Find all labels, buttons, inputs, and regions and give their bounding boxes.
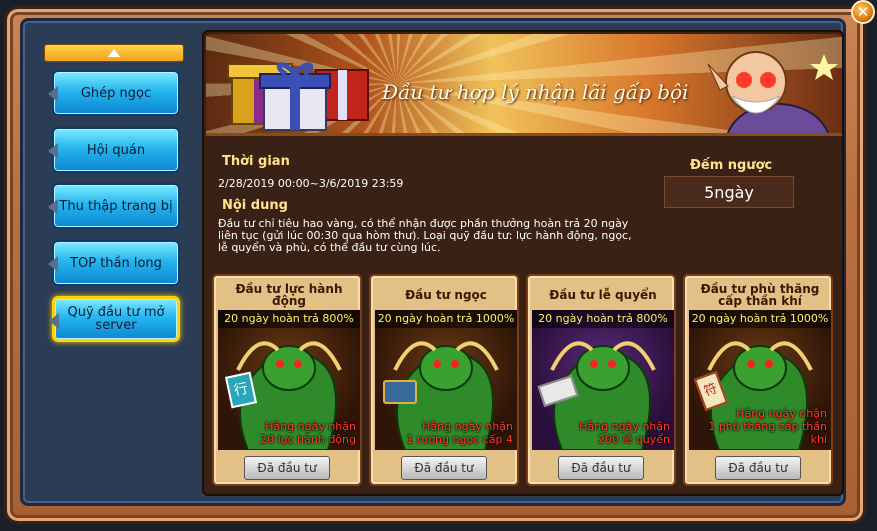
close-button[interactable]: ✕ xyxy=(851,0,875,24)
card-image: 20 ngày hoàn trả 800% Hằng ngày nhận 200… xyxy=(532,310,674,450)
old-master-character-icon xyxy=(707,51,838,133)
card-reward-line1: Hằng ngày nhận xyxy=(579,420,670,433)
card-reward: Hằng ngày nhận 1 phù thăng cấp thần khí xyxy=(689,407,827,446)
sidebar-item-quy-dau-tu[interactable]: Quỹ đầu tư mở server xyxy=(49,296,180,342)
invested-button[interactable]: Đã đầu tư xyxy=(715,456,801,480)
invest-card-action: Đầu tư lực hành động 行 20 ngày hoàn trả … xyxy=(212,274,362,486)
card-image: 符 20 ngày hoàn trả 1000% Hằng ngày nhận … xyxy=(689,310,831,450)
sidebar-item-ghep-ngoc[interactable]: Ghép ngọc xyxy=(48,70,180,116)
card-title: Đầu tư phù thăng cấp thần khí xyxy=(700,282,820,308)
card-rate: 20 ngày hoàn trả 1000% xyxy=(375,310,517,328)
time-value: 2/28/2019 00:00~3/6/2019 23:59 xyxy=(218,177,404,190)
invest-card-gem: Đầu tư ngọc 20 ngày hoàn trả 1000% Hằng … xyxy=(369,274,519,486)
main-panel: Đầu tư hợp lý nhận lãi gấp bội Thời gian… xyxy=(202,30,844,496)
sidebar-item-label: Quỹ đầu tư mở server xyxy=(67,305,165,333)
card-reward-line1: Hằng ngày nhận xyxy=(422,420,513,433)
banner-title: Đầu tư hợp lý nhận lãi gấp bội xyxy=(382,80,689,104)
card-rate: 20 ngày hoàn trả 800% xyxy=(532,310,674,328)
content-label: Nội dung xyxy=(222,198,288,213)
arrow-up-icon xyxy=(108,49,120,57)
sidebar-item-label: Ghép ngọc xyxy=(80,85,152,101)
card-image: 20 ngày hoàn trả 1000% Hằng ngày nhận 1 … xyxy=(375,310,517,450)
card-rate: 20 ngày hoàn trả 1000% xyxy=(689,310,831,328)
sidebar-scroll-up-button[interactable] xyxy=(44,44,184,62)
invested-button[interactable]: Đã đầu tư xyxy=(401,456,487,480)
close-icon: ✕ xyxy=(856,3,870,21)
card-reward-line2: 1 rương ngọc cấp 4 xyxy=(406,433,513,446)
invested-button[interactable]: Đã đầu tư xyxy=(244,456,330,480)
sidebar-item-hoi-quan[interactable]: Hội quán xyxy=(48,127,180,173)
invest-card-voucher: Đầu tư lễ quyển 20 ngày hoàn trả 800% Hằ… xyxy=(526,274,676,486)
card-rate: 20 ngày hoàn trả 800% xyxy=(218,310,360,328)
sidebar-item-label: TOP thần long xyxy=(70,255,162,271)
sidebar-item-top-than-long[interactable]: TOP thần long xyxy=(48,240,180,286)
card-reward-line1: Hằng ngày nhận xyxy=(265,420,356,433)
card-title: Đầu tư lễ quyển xyxy=(549,288,657,302)
invest-card-talisman: Đầu tư phù thăng cấp thần khí 符 20 ngày … xyxy=(683,274,833,486)
gem-chest-icon xyxy=(383,380,417,404)
sidebar: Ghép ngọc Hội quán Thu thập trang bị TOP… xyxy=(44,44,186,342)
sidebar-item-label: Hội quán xyxy=(86,142,146,158)
content-text: Đầu tư chỉ tiêu hao vàng, có thể nhận đư… xyxy=(218,217,632,254)
card-reward-line2: 200 lễ quyển xyxy=(597,433,670,446)
gift-boxes-icon xyxy=(227,62,369,131)
card-image: 行 20 ngày hoàn trả 800% Hằng ngày nhận 2… xyxy=(218,310,360,450)
card-reward: Hằng ngày nhận 200 lễ quyển xyxy=(579,420,670,446)
event-banner: Đầu tư hợp lý nhận lãi gấp bội xyxy=(206,34,842,136)
card-reward-line2: 20 lực hành động xyxy=(260,433,356,446)
card-title: Đầu tư ngọc xyxy=(405,288,487,302)
event-info: Thời gian 2/28/2019 00:00~3/6/2019 23:59… xyxy=(212,142,814,266)
card-title: Đầu tư lực hành động xyxy=(235,282,343,308)
countdown-value: 5ngày xyxy=(664,176,794,208)
card-reward: Hằng ngày nhận 1 rương ngọc cấp 4 xyxy=(406,420,513,446)
invested-button[interactable]: Đã đầu tư xyxy=(558,456,644,480)
card-reward: Hằng ngày nhận 20 lực hành động xyxy=(260,420,356,446)
card-reward-line2: 1 phù thăng cấp thần khí xyxy=(708,420,827,446)
card-reward-line1: Hằng ngày nhận xyxy=(736,407,827,420)
sidebar-item-thu-thap[interactable]: Thu thập trang bị xyxy=(48,183,180,229)
time-label: Thời gian xyxy=(222,154,290,169)
sidebar-item-label: Thu thập trang bị xyxy=(59,198,173,214)
countdown-label: Đếm ngược xyxy=(690,158,773,173)
